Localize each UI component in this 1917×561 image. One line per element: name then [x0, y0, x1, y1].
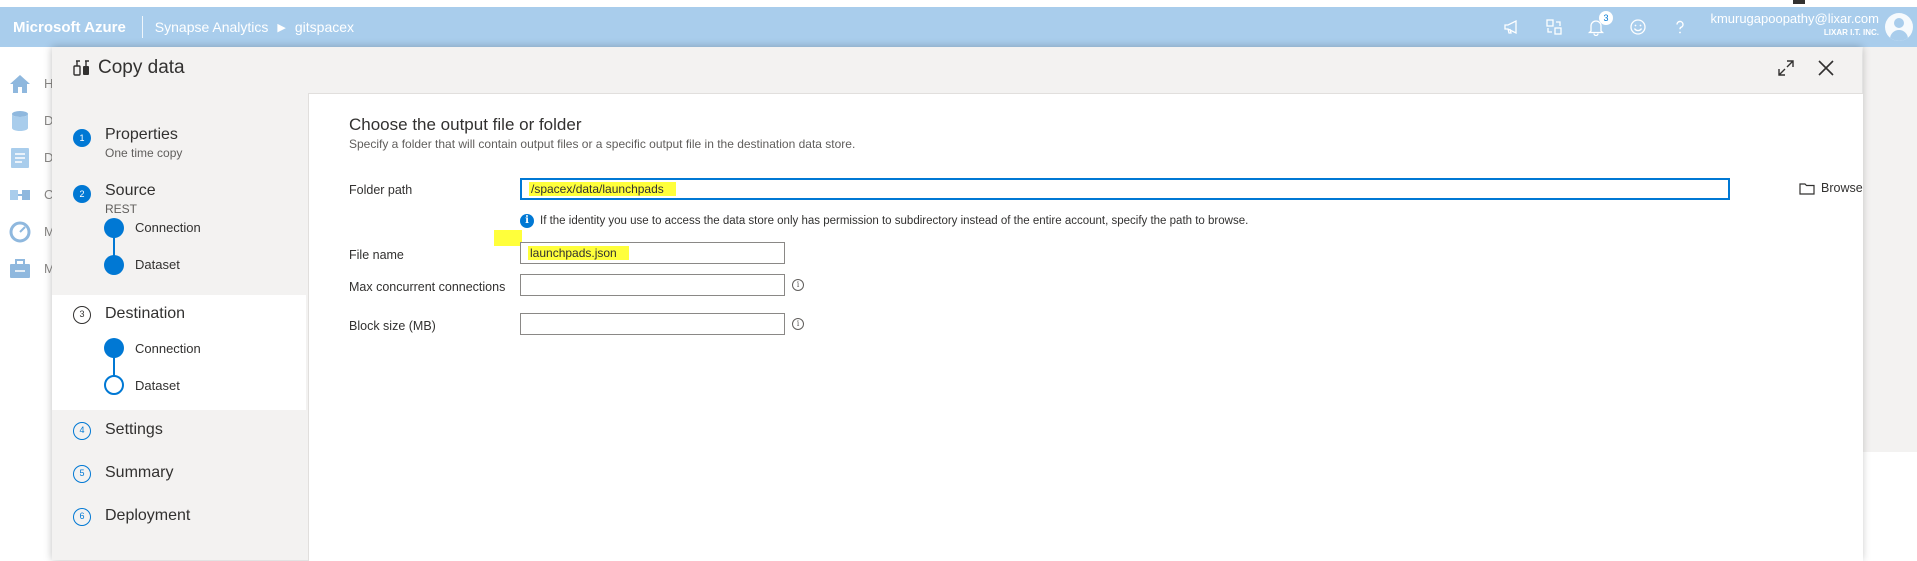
step-number: 3 — [73, 306, 91, 324]
panel-title: Choose the output file or folder — [349, 115, 582, 134]
substep-destination-connection[interactable]: Connection — [135, 341, 201, 356]
info-note-text: If the identity you use to access the da… — [540, 215, 1249, 227]
header-icon-group: 3 — [1503, 7, 1689, 47]
max-connections-label: Max concurrent connections — [349, 280, 506, 294]
step-sublabel: REST — [105, 202, 138, 216]
brand-link[interactable]: Microsoft Azure — [13, 19, 126, 36]
user-email: kmurugapoopathy@lixar.com — [1710, 11, 1879, 26]
substep-source-dataset[interactable]: Dataset — [135, 257, 180, 272]
step-label: Summary — [105, 464, 174, 481]
smiley-icon[interactable] — [1629, 18, 1647, 36]
megaphone-icon[interactable] — [1503, 18, 1521, 36]
step-summary[interactable]: 5 Summary — [52, 453, 306, 496]
copy-data-icon — [73, 60, 89, 76]
substep-marker — [104, 338, 124, 358]
step-number: 5 — [73, 465, 91, 483]
step-deployment[interactable]: 6 Deployment — [52, 496, 306, 539]
max-connections-input[interactable] — [520, 274, 785, 296]
folder-path-value: /spacex/data/launchpads — [529, 182, 676, 196]
step-label: Destination — [105, 305, 186, 322]
file-name-label: File name — [349, 248, 404, 262]
monitor-icon[interactable] — [7, 219, 33, 245]
info-icon: i — [520, 214, 534, 228]
folder-icon — [1799, 182, 1815, 195]
file-name-value: launchpads.json — [528, 246, 629, 260]
file-name-input[interactable]: launchpads.json — [520, 242, 785, 264]
destination-panel: Choose the output file or folder Specify… — [308, 93, 1863, 561]
step-source[interactable]: 2 Source REST Connection Dataset — [52, 175, 306, 275]
max-connections-info-icon[interactable]: i — [792, 279, 804, 291]
browse-label: Browse — [1821, 181, 1863, 195]
notification-count-badge: 3 — [1599, 11, 1613, 25]
close-icon[interactable] — [1814, 56, 1838, 80]
info-note: i If the identity you use to access the … — [520, 214, 1248, 228]
step-number: 1 — [73, 129, 91, 147]
window-marker — [1793, 0, 1805, 4]
step-settings[interactable]: 4 Settings — [52, 410, 306, 453]
step-label: Source — [105, 182, 156, 199]
account-menu[interactable]: kmurugapoopathy@lixar.com LIXAR I.T. INC… — [1710, 11, 1879, 37]
develop-icon[interactable] — [7, 145, 33, 171]
breadcrumb-workspace[interactable]: gitspacex — [295, 19, 354, 35]
top-bar: Microsoft Azure Synapse Analytics ▶ gits… — [0, 7, 1917, 47]
panel-description: Specify a folder that will contain outpu… — [349, 137, 856, 151]
integrate-icon[interactable] — [7, 182, 33, 208]
step-properties[interactable]: 1 Properties One time copy — [52, 119, 306, 175]
step-number: 6 — [73, 508, 91, 526]
database-icon[interactable] — [7, 108, 33, 134]
window-top-strip — [0, 0, 1917, 7]
step-label: Settings — [105, 421, 163, 438]
step-number: 4 — [73, 422, 91, 440]
step-label: Properties — [105, 126, 178, 143]
folder-path-input[interactable]: /spacex/data/launchpads — [520, 178, 1730, 200]
manage-icon[interactable] — [7, 256, 33, 282]
breadcrumb-chevron-icon: ▶ — [277, 21, 286, 34]
block-size-info-icon[interactable]: i — [792, 318, 804, 330]
breadcrumb-synapse[interactable]: Synapse Analytics — [155, 19, 269, 35]
header-separator — [141, 16, 143, 38]
step-sublabel: One time copy — [105, 146, 183, 160]
help-icon[interactable] — [1671, 18, 1689, 36]
step-destination[interactable]: 3 Destination Connection Dataset — [52, 295, 306, 410]
substep-marker — [104, 255, 124, 275]
dialog-header: Copy data — [72, 57, 185, 79]
expand-icon[interactable] — [1774, 56, 1798, 80]
step-label: Deployment — [105, 507, 191, 524]
avatar[interactable] — [1885, 13, 1913, 41]
folder-path-label: Folder path — [349, 183, 413, 197]
step-number: 2 — [73, 185, 91, 203]
bell-icon[interactable]: 3 — [1587, 11, 1613, 36]
block-size-label: Block size (MB) — [349, 319, 436, 333]
substep-source-connection[interactable]: Connection — [135, 220, 201, 235]
dialog-title: Copy data — [98, 57, 185, 78]
background-right-pane — [1863, 47, 1917, 452]
directory-switch-icon[interactable] — [1545, 18, 1563, 36]
block-size-input[interactable] — [520, 313, 785, 335]
substep-marker — [104, 218, 124, 238]
copy-data-dialog: Copy data 1 Properties One time copy 2 S… — [52, 47, 1863, 561]
user-organization: LIXAR I.T. INC. — [1823, 28, 1879, 37]
substep-marker — [104, 375, 124, 395]
substep-destination-dataset[interactable]: Dataset — [135, 378, 180, 393]
left-navigation: H D D C M M — [0, 47, 55, 560]
browse-button[interactable]: Browse — [1799, 181, 1863, 195]
home-icon[interactable] — [7, 71, 33, 97]
highlight-marker — [494, 230, 522, 246]
